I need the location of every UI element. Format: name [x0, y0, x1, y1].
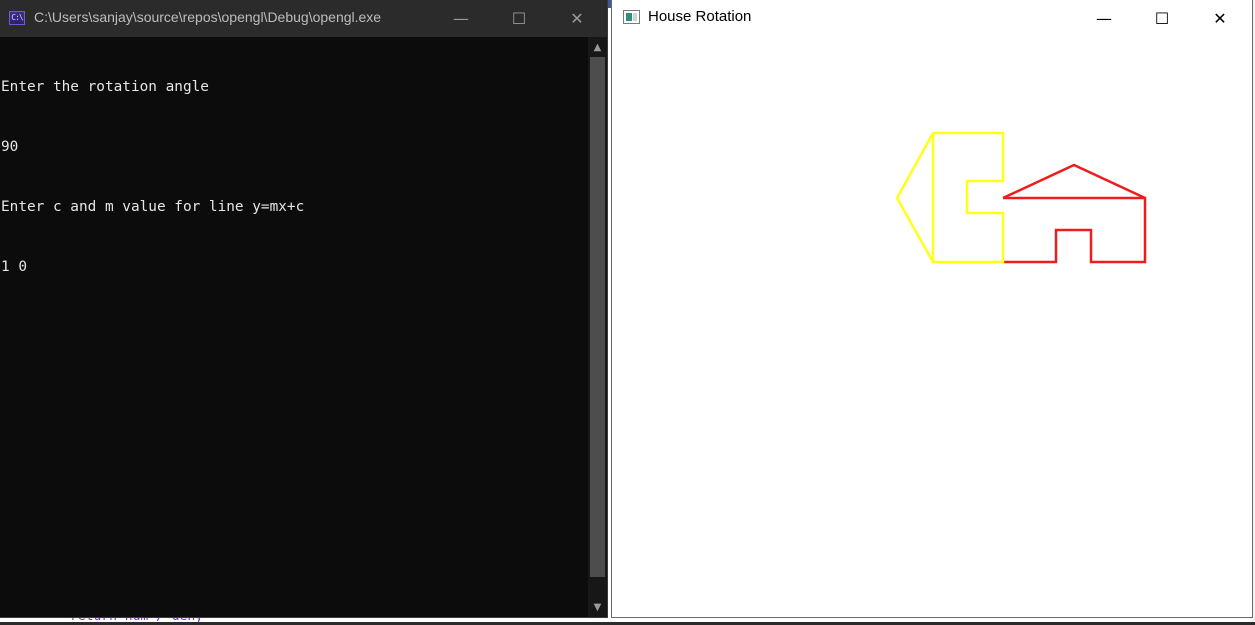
minimize-icon: —	[1096, 8, 1112, 28]
opengl-canvas[interactable]	[612, 36, 1252, 617]
house-drawing	[895, 131, 1147, 264]
gl-minimize-button[interactable]: —	[1075, 0, 1133, 36]
transformed-house-roof	[895, 132, 935, 263]
original-house-roof	[1002, 163, 1146, 200]
scroll-up-arrow-icon[interactable]: ▲	[588, 37, 607, 57]
original-house-walls	[1003, 196, 1147, 264]
console-window[interactable]: C:\ C:\Users\sanjay\source\repos\opengl\…	[0, 0, 607, 617]
console-line: Enter the rotation angle	[1, 79, 209, 95]
close-icon: ✕	[1213, 8, 1227, 28]
house-rotation-window[interactable]: House Rotation — ☐ ✕	[612, 0, 1252, 617]
maximize-icon: ☐	[511, 9, 527, 28]
console-close-button[interactable]: ✕	[548, 0, 606, 37]
transformed-house-walls	[931, 131, 1005, 264]
minimize-icon: —	[453, 9, 469, 28]
console-maximize-button[interactable]: ☐	[490, 0, 548, 37]
console-titlebar[interactable]: C:\ C:\Users\sanjay\source\repos\opengl\…	[0, 0, 607, 37]
console-minimize-button[interactable]: —	[432, 0, 490, 37]
gl-maximize-button[interactable]: ☐	[1133, 0, 1191, 36]
original-house-shape	[1002, 163, 1147, 264]
house-rotation-window-title: House Rotation	[648, 8, 752, 25]
console-line: 1 0	[1, 259, 27, 275]
scroll-down-arrow-icon[interactable]: ▼	[588, 597, 607, 617]
console-output[interactable]: Enter the rotation angle 90 Enter c and …	[0, 37, 589, 617]
transformed-house-shape	[895, 131, 1005, 264]
close-icon: ✕	[570, 9, 584, 28]
house-rotation-titlebar[interactable]: House Rotation — ☐ ✕	[612, 0, 1252, 36]
console-line: 90	[1, 139, 19, 155]
maximize-icon: ☐	[1154, 8, 1170, 28]
gl-close-button[interactable]: ✕	[1191, 0, 1249, 36]
window-app-icon	[623, 10, 640, 24]
console-line: Enter c and m value for line y=mx+c	[1, 199, 305, 215]
console-window-title: C:\Users\sanjay\source\repos\opengl\Debu…	[34, 9, 382, 25]
console-app-icon: C:\	[9, 11, 25, 25]
console-scrollbar[interactable]: ▲ ▼	[588, 37, 607, 617]
scrollbar-thumb[interactable]	[590, 57, 605, 577]
